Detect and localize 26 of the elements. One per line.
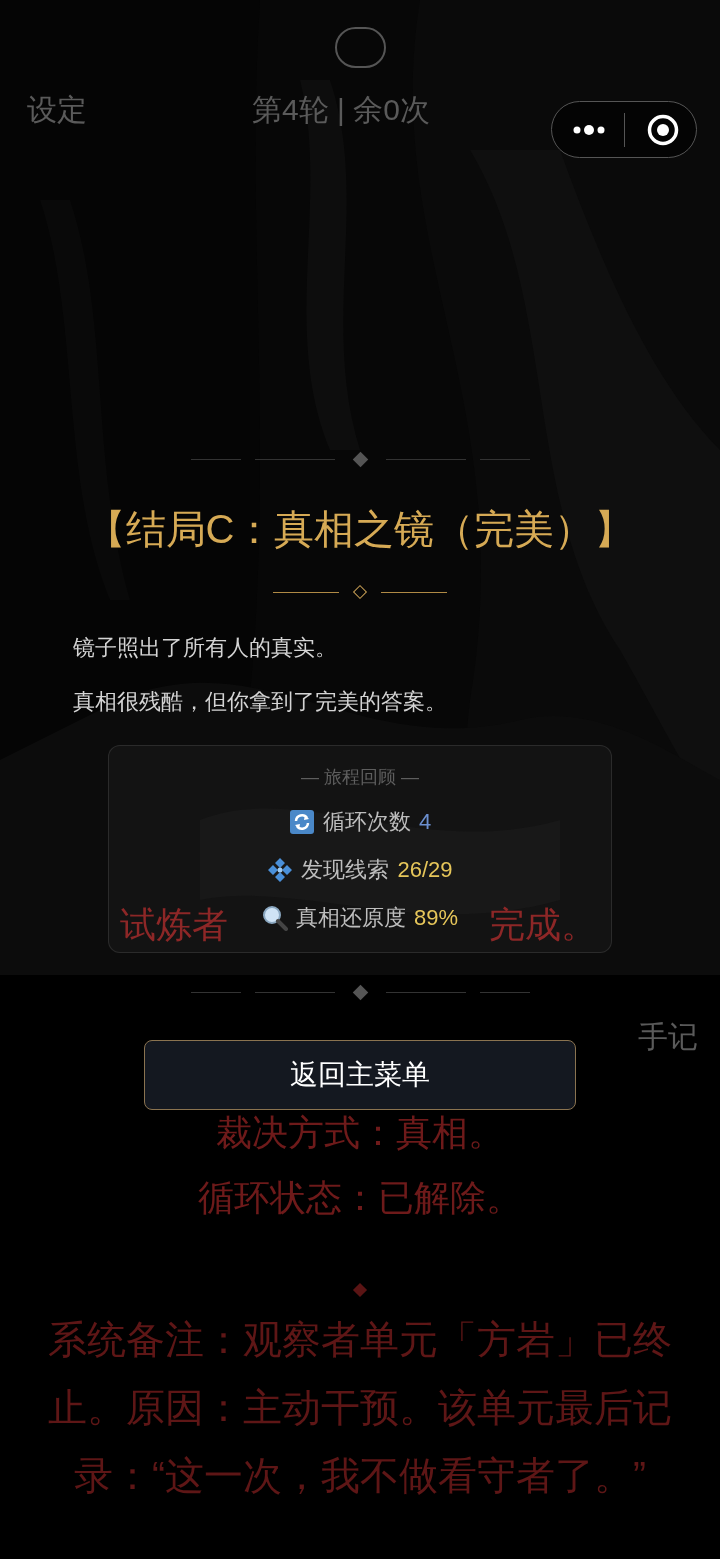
stat-value: 4: [418, 808, 432, 836]
review-heading: — 旅程回顾 —: [301, 766, 419, 789]
more-icon[interactable]: [572, 123, 606, 136]
story-text: 试炼者: [120, 903, 228, 947]
settings-link[interactable]: 设定: [27, 90, 87, 130]
round-counter: 第4轮 | 余0次: [252, 92, 430, 128]
ending-title: 【结局C：真相之镜（完美）】: [85, 506, 635, 553]
stat-label: 循环次数: [322, 808, 411, 836]
diamond-cluster-icon: [267, 857, 294, 883]
main-menu-button[interactable]: 返回主菜单: [144, 1040, 576, 1110]
refresh-icon: [288, 809, 315, 835]
capsule-menu[interactable]: [551, 101, 697, 158]
ending-text: 真相很残酷，但你拿到了完美的答案。: [73, 688, 447, 716]
target-icon[interactable]: [647, 113, 679, 146]
notes-link[interactable]: 手记: [638, 1017, 698, 1057]
magnifier-icon: [261, 905, 288, 931]
stat-label: 发现线索: [301, 856, 390, 884]
stat-label: 真相还原度: [295, 904, 406, 932]
stat-value: 26/29: [397, 856, 453, 884]
system-note: 系统备注：观察者单元「方岩」已终止。原因：主动干预。该单元最后记录：“这一次，我不做看守者了。”: [47, 1317, 673, 1499]
verdict-text: 裁决方式：真相。: [216, 1111, 504, 1155]
stat-value: 89%: [413, 904, 458, 932]
story-text: 完成。: [489, 903, 597, 947]
status-pill-icon: [335, 27, 386, 68]
ending-text: 镜子照出了所有人的真实。: [73, 634, 337, 662]
verdict-text: 循环状态：已解除。: [198, 1176, 522, 1220]
